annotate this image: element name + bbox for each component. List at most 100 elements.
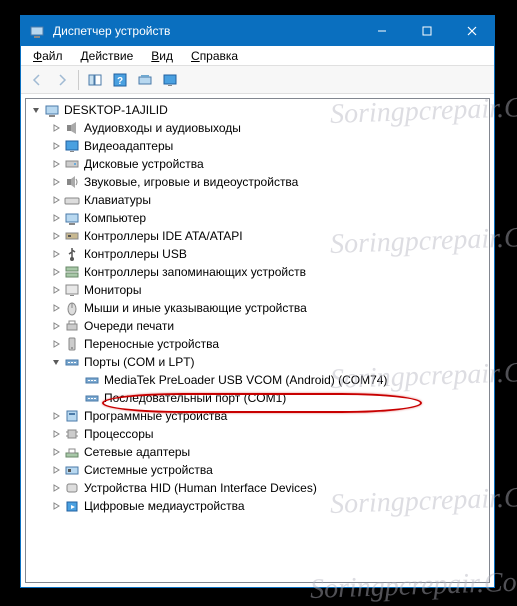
expand-icon[interactable] <box>48 336 64 352</box>
tree-node-label: Контроллеры запоминающих устройств <box>84 265 306 279</box>
tree-node-item-10[interactable]: Мыши и иные указывающие устройства <box>28 299 487 317</box>
menubar: Файл Действие Вид Справка <box>21 46 494 66</box>
tree-node-item2-5[interactable]: Цифровые медиаустройства <box>28 497 487 515</box>
tree-node-item-8[interactable]: Контроллеры запоминающих устройств <box>28 263 487 281</box>
tree-node-label: DESKTOP-1AJILID <box>64 103 168 117</box>
device-tree[interactable]: DESKTOP-1AJILID Аудиовходы и аудиовыходы В… <box>25 98 490 583</box>
tree-node-label: Системные устройства <box>84 463 213 477</box>
expand-icon[interactable] <box>48 444 64 460</box>
expand-icon[interactable] <box>48 210 64 226</box>
tree-node-label: Дисковые устройства <box>84 157 204 171</box>
tree-node-item2-1[interactable]: Процессоры <box>28 425 487 443</box>
media-icon <box>64 498 80 514</box>
tree-node-item-4[interactable]: Клавиатуры <box>28 191 487 209</box>
hid-icon <box>64 480 80 496</box>
forward-button[interactable] <box>50 68 74 92</box>
expand-icon[interactable] <box>48 462 64 478</box>
tree-node-item-5[interactable]: Компьютер <box>28 209 487 227</box>
tree-node-item-7[interactable]: Контроллеры USB <box>28 245 487 263</box>
menu-help[interactable]: Справка <box>183 48 246 63</box>
tree-node-label: Клавиатуры <box>84 193 151 207</box>
expand-icon[interactable] <box>48 246 64 262</box>
tree-node-port-0[interactable]: MediaTek PreLoader USB VCOM (Android) (C… <box>28 371 487 389</box>
menu-view[interactable]: Вид <box>143 48 181 63</box>
tree-node-item-2[interactable]: Дисковые устройства <box>28 155 487 173</box>
tree-node-root[interactable]: DESKTOP-1AJILID <box>28 101 487 119</box>
menu-action[interactable]: Действие <box>73 48 142 63</box>
computer-icon <box>44 102 60 118</box>
back-button[interactable] <box>25 68 49 92</box>
tree-node-item-9[interactable]: Мониторы <box>28 281 487 299</box>
tree-node-item2-4[interactable]: Устройства HID (Human Interface Devices) <box>28 479 487 497</box>
usb-icon <box>64 246 80 262</box>
tree-node-item-6[interactable]: Контроллеры IDE ATA/ATAPI <box>28 227 487 245</box>
app-icon <box>29 23 45 39</box>
close-button[interactable] <box>449 16 494 46</box>
tree-node-ports[interactable]: Порты (COM и LPT) <box>28 353 487 371</box>
minimize-button[interactable] <box>359 16 404 46</box>
expand-icon[interactable] <box>48 282 64 298</box>
expand-icon[interactable] <box>48 156 64 172</box>
tree-node-label: Контроллеры USB <box>84 247 187 261</box>
tree-node-item-11[interactable]: Очереди печати <box>28 317 487 335</box>
expand-icon[interactable] <box>48 300 64 316</box>
expand-icon[interactable] <box>48 318 64 334</box>
tree-node-label: Видеоадаптеры <box>84 139 173 153</box>
expand-icon[interactable] <box>48 192 64 208</box>
content-area: DESKTOP-1AJILID Аудиовходы и аудиовыходы В… <box>21 94 494 587</box>
display-icon <box>64 138 80 154</box>
sound-icon <box>64 174 80 190</box>
collapse-icon[interactable] <box>48 354 64 370</box>
printer-icon <box>64 318 80 334</box>
maximize-button[interactable] <box>404 16 449 46</box>
toolbar-separator <box>78 70 79 90</box>
tree-node-label: Мониторы <box>84 283 141 297</box>
expand-icon[interactable] <box>48 480 64 496</box>
tree-node-item2-0[interactable]: Программные устройства <box>28 407 487 425</box>
disk-icon <box>64 156 80 172</box>
expand-icon[interactable] <box>48 228 64 244</box>
collapse-icon[interactable] <box>28 102 44 118</box>
expand-icon[interactable] <box>48 498 64 514</box>
tree-node-item2-3[interactable]: Системные устройства <box>28 461 487 479</box>
ide-icon <box>64 228 80 244</box>
tree-node-item-0[interactable]: Аудиовходы и аудиовыходы <box>28 119 487 137</box>
tree-node-label: Программные устройства <box>84 409 227 423</box>
scan-hardware-button[interactable] <box>133 68 157 92</box>
menu-file[interactable]: Файл <box>25 48 71 63</box>
device-manager-window: Диспетчер устройств Файл Действие Вид Сп… <box>20 15 495 588</box>
tree-node-label: MediaTek PreLoader USB VCOM (Android) (C… <box>104 373 387 387</box>
monitor-icon <box>64 282 80 298</box>
monitor-button[interactable] <box>158 68 182 92</box>
tree-node-item-1[interactable]: Видеоадаптеры <box>28 137 487 155</box>
tree-node-item-12[interactable]: Переносные устройства <box>28 335 487 353</box>
expand-icon[interactable] <box>48 138 64 154</box>
tree-node-label: Порты (COM и LPT) <box>84 355 195 369</box>
tree-node-item-3[interactable]: Звуковые, игровые и видеоустройства <box>28 173 487 191</box>
help-button[interactable]: ? <box>108 68 132 92</box>
tree-node-item2-2[interactable]: Сетевые адаптеры <box>28 443 487 461</box>
tree-node-label: Процессоры <box>84 427 154 441</box>
port-icon <box>84 390 100 406</box>
tree-node-label: Переносные устройства <box>84 337 219 351</box>
expand-icon[interactable] <box>48 120 64 136</box>
port-icon <box>64 354 80 370</box>
titlebar: Диспетчер устройств <box>21 16 494 46</box>
expand-icon[interactable] <box>48 408 64 424</box>
tree-node-label: Мыши и иные указывающие устройства <box>84 301 307 315</box>
expand-icon[interactable] <box>48 264 64 280</box>
portable-icon <box>64 336 80 352</box>
tree-node-label: Аудиовходы и аудиовыходы <box>84 121 241 135</box>
window-title: Диспетчер устройств <box>53 24 359 38</box>
show-hide-tree-button[interactable] <box>83 68 107 92</box>
expand-icon[interactable] <box>48 426 64 442</box>
expand-icon[interactable] <box>48 174 64 190</box>
network-icon <box>64 444 80 460</box>
tree-node-label: Контроллеры IDE ATA/ATAPI <box>84 229 243 243</box>
port-icon <box>84 372 100 388</box>
tree-node-label: Последовательный порт (COM1) <box>104 391 286 405</box>
tree-node-port-1[interactable]: Последовательный порт (COM1) <box>28 389 487 407</box>
tree-node-label: Сетевые адаптеры <box>84 445 190 459</box>
tree-node-label: Очереди печати <box>84 319 174 333</box>
window-controls <box>359 16 494 46</box>
